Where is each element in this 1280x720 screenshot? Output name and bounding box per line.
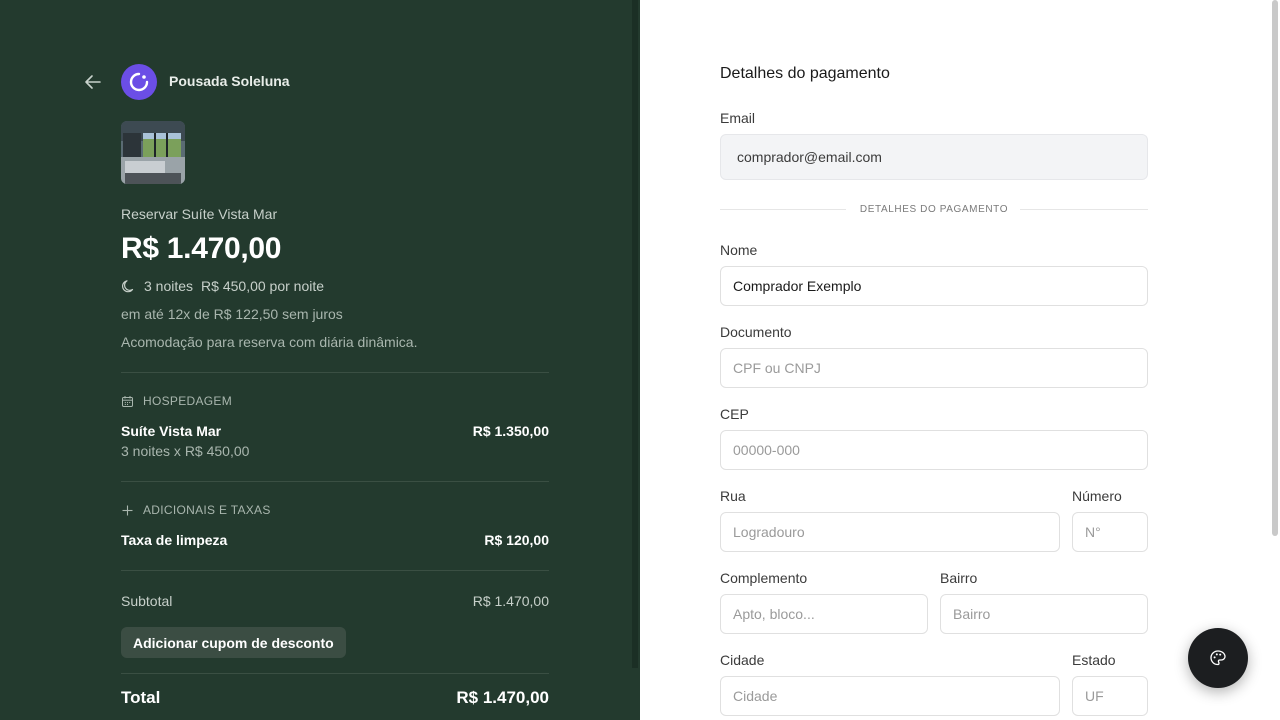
document-field[interactable] (720, 348, 1148, 388)
arrow-left-icon[interactable] (83, 70, 103, 94)
district-field[interactable] (940, 594, 1148, 634)
product-price: R$ 1.470,00 (121, 232, 282, 265)
district-label: Bairro (940, 570, 978, 586)
total-amount: R$ 1.470,00 (456, 688, 549, 707)
cep-field[interactable] (720, 430, 1148, 470)
state-label: Estado (1072, 652, 1116, 668)
extras-item-name: Taxa de limpeza (121, 532, 228, 548)
plus-icon (122, 505, 133, 515)
divider (121, 673, 549, 674)
per-night-price: R$ 450,00 por noite (201, 278, 325, 294)
divider (121, 570, 549, 571)
subtotal-label: Subtotal (121, 593, 173, 609)
nights-count: 3 noites (144, 278, 194, 294)
state-field[interactable] (1072, 676, 1148, 716)
calendar-icon (122, 395, 133, 407)
merchant-logo (121, 64, 157, 100)
moon-icon (122, 279, 134, 292)
merchant-name: Pousada Soleluna (169, 73, 290, 89)
form-title: Detalhes do pagamento (720, 65, 890, 82)
add-coupon-button[interactable]: Adicionar cupom de desconto (121, 627, 346, 658)
section-lodging-label: HOSPEDAGEM (143, 394, 233, 408)
section-extras-label: ADICIONAIS E TAXAS (143, 503, 271, 517)
palette-icon (1210, 650, 1226, 666)
section-extras: ADICIONAIS E TAXAS (121, 503, 271, 517)
name-label: Nome (720, 242, 758, 258)
product-title: Reservar Suíte Vista Mar (121, 206, 278, 222)
street-label: Rua (720, 488, 746, 504)
total-label: Total (121, 688, 161, 707)
circle-arc-logo-icon (129, 72, 149, 92)
number-label: Número (1072, 488, 1122, 504)
subtotal-amount: R$ 1.470,00 (472, 593, 549, 609)
nights-row: 3 noites R$ 450,00 por noite (121, 278, 324, 294)
lodging-item-amount: R$ 1.350,00 (472, 423, 549, 439)
divider (121, 481, 549, 482)
order-summary-panel: Pousada Soleluna Reservar Suíte Vista Ma… (0, 0, 640, 720)
summary-scrollbar[interactable] (632, 0, 638, 668)
extras-item-amount: R$ 120,00 (484, 532, 549, 548)
divider (121, 372, 549, 373)
section-lodging: HOSPEDAGEM (121, 394, 232, 408)
cep-label: CEP (720, 406, 749, 422)
email-field[interactable] (720, 134, 1148, 180)
product-image (121, 121, 185, 184)
lodging-item-detail: 3 noites x R$ 450,00 (121, 443, 250, 459)
theme-button[interactable] (1188, 628, 1248, 688)
number-field[interactable] (1072, 512, 1148, 552)
city-label: Cidade (720, 652, 765, 668)
complement-field[interactable] (720, 594, 928, 634)
lodging-item-name: Suíte Vista Mar (121, 423, 222, 439)
product-description: Acomodação para reserva com diária dinâm… (121, 334, 418, 350)
separator-line-right (1020, 209, 1148, 210)
installments-text: em até 12x de R$ 122,50 sem juros (121, 306, 343, 322)
city-field[interactable] (720, 676, 1060, 716)
name-field[interactable] (720, 266, 1148, 306)
document-label: Documento (720, 324, 792, 340)
form-scrollbar[interactable] (1272, 0, 1278, 536)
email-label: Email (720, 110, 756, 126)
complement-label: Complemento (720, 570, 808, 586)
street-field[interactable] (720, 512, 1060, 552)
